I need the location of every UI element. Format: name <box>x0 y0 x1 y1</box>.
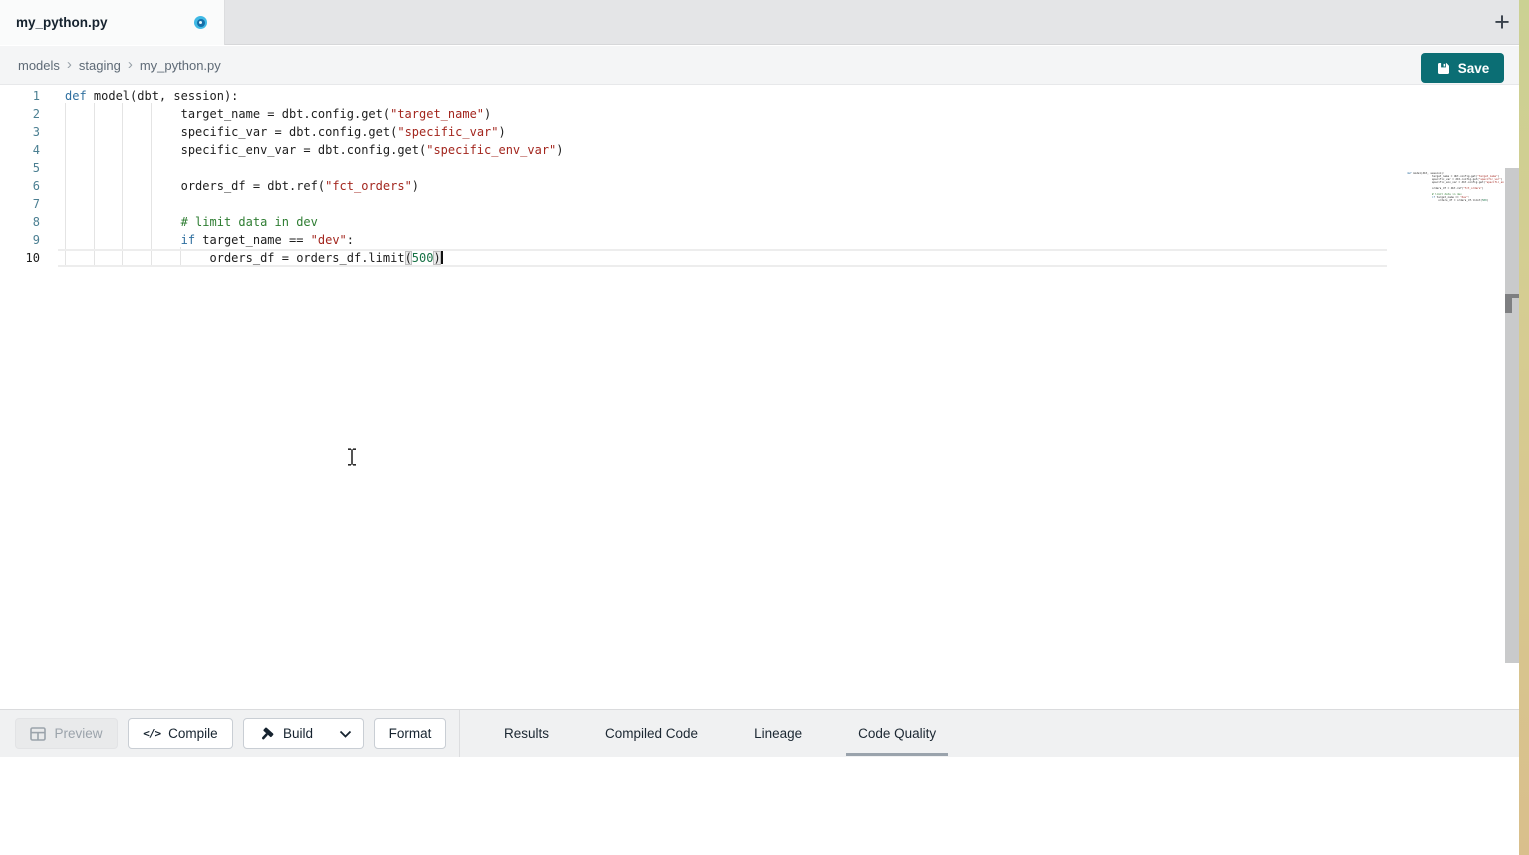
code-line-7[interactable]: 7 <box>0 195 564 213</box>
tab-compiled-code[interactable]: Compiled Code <box>593 712 710 756</box>
desktop-wallpaper-edge <box>1519 0 1529 855</box>
tab-code-quality[interactable]: Code Quality <box>846 712 948 756</box>
code-text: specific_env_var = dbt.config.get("speci… <box>65 141 564 159</box>
code-editor[interactable]: 1def model(dbt, session):2 target_name =… <box>0 85 1519 709</box>
build-button[interactable]: Build <box>243 718 329 749</box>
code-line-6[interactable]: 6 orders_df = dbt.ref("fct_orders") <box>0 177 564 195</box>
code-line-5[interactable]: 5 <box>0 159 564 177</box>
line-number: 5 <box>0 159 40 177</box>
code-text: specific_var = dbt.config.get("specific_… <box>65 123 506 141</box>
format-button[interactable]: Format <box>374 718 446 749</box>
table-icon <box>30 727 46 741</box>
editor-minimap[interactable]: 1def model(dbt, session):2 target_name =… <box>1404 172 1504 206</box>
code-text: # limit data in dev <box>65 213 318 231</box>
breadcrumb: models › staging › my_python.py <box>18 46 221 85</box>
save-floppy-icon <box>1436 61 1451 76</box>
build-button-label: Build <box>283 726 313 741</box>
editor-tab-bar: my_python.py + <box>0 0 1519 45</box>
line-number: 10 <box>0 249 40 267</box>
code-text: orders_df = orders_df.limit(500) <box>1407 199 1488 202</box>
preview-button[interactable]: Preview <box>15 718 118 749</box>
breadcrumb-item[interactable]: staging <box>79 58 121 73</box>
code-text: orders_df = dbt.ref("fct_orders") <box>65 177 419 195</box>
breadcrumb-item[interactable]: models <box>18 58 60 73</box>
code-line-1[interactable]: 1 def model(dbt, session): <box>0 87 564 105</box>
line-number: 2 <box>0 105 40 123</box>
line-number: 8 <box>0 213 40 231</box>
tab-results[interactable]: Results <box>492 712 561 756</box>
code-text: def model(dbt, session): <box>65 87 238 105</box>
save-button[interactable]: Save <box>1421 53 1504 83</box>
format-button-label: Format <box>389 726 432 741</box>
code-text: orders_df = orders_df.limit(500) <box>65 249 443 267</box>
code-line-2[interactable]: 2 target_name = dbt.config.get("target_n… <box>0 105 564 123</box>
unsaved-changes-icon <box>194 16 207 29</box>
toolbar-divider <box>459 710 460 758</box>
line-number: 9 <box>0 231 40 249</box>
results-panel-tabs: Results Compiled Code Lineage Code Quality <box>492 710 948 758</box>
build-options-dropdown[interactable] <box>328 718 364 749</box>
line-number: 4 <box>0 141 40 159</box>
breadcrumb-separator-icon: › <box>128 56 133 73</box>
dbt-ide-window: my_python.py + models › staging › my_python.… <box>0 0 1529 855</box>
code-brackets-icon: </> <box>143 727 160 740</box>
chevron-down-icon <box>339 730 352 738</box>
line-number: 1 <box>0 87 40 105</box>
text-caret <box>441 251 443 264</box>
line-number: 6 <box>0 177 40 195</box>
breadcrumb-item[interactable]: my_python.py <box>140 58 221 73</box>
compile-button[interactable]: </> Compile <box>128 718 233 749</box>
code-line-10[interactable]: 10 orders_df = orders_df.limit(500) <box>1404 199 1504 202</box>
bottom-toolbar: Preview </> Compile Build Format Results <box>0 709 1529 757</box>
save-button-label: Save <box>1458 61 1490 76</box>
line-number: 3 <box>0 123 40 141</box>
hammer-icon <box>259 726 275 742</box>
code-quality-panel <box>0 757 1529 855</box>
code-line-8[interactable]: 8 # limit data in dev <box>0 213 564 231</box>
breadcrumb-separator-icon: › <box>67 56 72 73</box>
code-text: if target_name == "dev": <box>65 231 354 249</box>
code-line-4[interactable]: 4 specific_env_var = dbt.config.get("spe… <box>0 141 564 159</box>
code-text: target_name = dbt.config.get("target_nam… <box>65 105 491 123</box>
new-tab-button[interactable]: + <box>1487 5 1517 39</box>
compile-button-label: Compile <box>168 726 218 741</box>
file-tab-my-python[interactable]: my_python.py <box>0 0 225 45</box>
line-number: 7 <box>0 195 40 213</box>
editor-scrollbar[interactable] <box>1505 168 1519 663</box>
code-lines: 1def model(dbt, session):2 target_name =… <box>0 87 564 267</box>
breadcrumb-bar: models › staging › my_python.py Save <box>0 46 1519 85</box>
tab-lineage[interactable]: Lineage <box>742 712 814 756</box>
file-tab-title: my_python.py <box>16 15 108 30</box>
preview-button-label: Preview <box>54 726 102 741</box>
text-ibeam-cursor <box>346 448 358 466</box>
code-line-3[interactable]: 3 specific_var = dbt.config.get("specifi… <box>0 123 564 141</box>
code-line-10[interactable]: 10 orders_df = orders_df.limit(500) <box>0 249 564 267</box>
scrollbar-cursor-marker <box>1505 298 1512 313</box>
code-line-9[interactable]: 9 if target_name == "dev": <box>0 231 564 249</box>
